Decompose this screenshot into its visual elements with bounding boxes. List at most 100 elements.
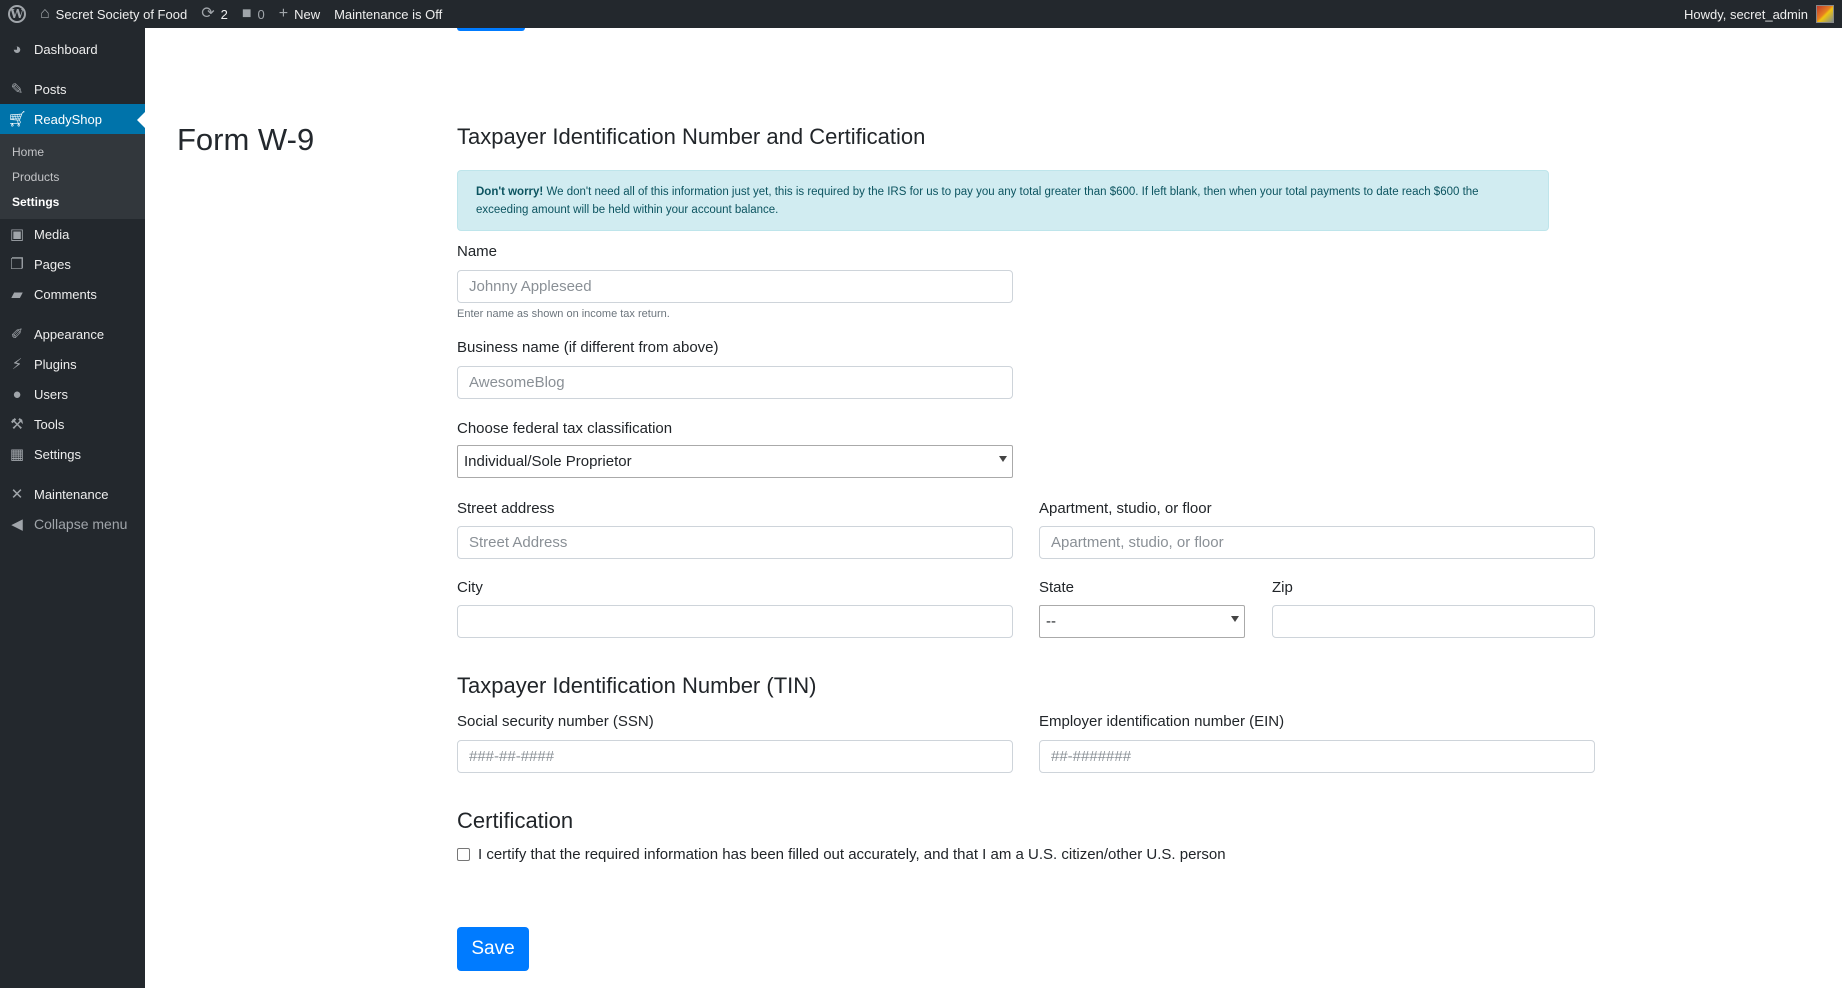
sidebar-item-label: Plugins [34, 356, 77, 372]
state-value: -- [1046, 613, 1056, 630]
readyshop-submenu: Home Products Settings [0, 134, 145, 219]
plug-icon: ⚡ [11, 355, 23, 373]
admin-bar: W ⌂ Secret Society of Food ⟳ 2 ■ 0 + New… [0, 0, 1842, 28]
home-icon: ⌂ [40, 5, 50, 22]
plus-icon: + [278, 5, 289, 22]
name-input[interactable] [457, 270, 1013, 303]
tin-heading: Taxpayer Identification Number (TIN) [457, 673, 817, 698]
submenu-item-settings[interactable]: Settings [0, 190, 145, 215]
wrench-icon: ⚒ [10, 415, 24, 433]
tools-cross-icon: ✕ [10, 485, 24, 503]
sidebar-item-plugins[interactable]: ⚡ Plugins [0, 349, 145, 379]
sidebar-item-dashboard[interactable]: ◕ Dashboard [0, 34, 145, 64]
sidebar-item-label: Dashboard [34, 41, 98, 57]
howdy-text: Howdy, secret_admin [1683, 6, 1808, 22]
sidebar-item-tools[interactable]: ⚒ Tools [0, 409, 145, 439]
submenu-item-home[interactable]: Home [0, 140, 145, 165]
maintenance-status-link[interactable]: Maintenance is Off [327, 0, 449, 28]
pages-icon: ❐ [10, 255, 24, 273]
my-account-menu[interactable]: Howdy, secret_admin [1684, 0, 1842, 28]
sidebar-item-label: Tools [34, 416, 65, 432]
zip-label: Zip [1272, 579, 1293, 596]
cart-icon: 🛒︎ [7, 110, 27, 128]
updates-link[interactable]: ⟳ 2 [194, 0, 235, 28]
sidebar-item-comments[interactable]: ▰ Comments [0, 279, 145, 309]
comments-link[interactable]: ■ 0 [235, 0, 272, 28]
certify-checkbox[interactable] [457, 848, 470, 861]
certify-label[interactable]: I certify that the required information … [478, 846, 1226, 863]
comment-bubble-icon: ■ [241, 5, 252, 22]
alert-strong: Don't worry! [476, 186, 544, 198]
sidebar-item-appearance[interactable]: ✐ Appearance [0, 319, 145, 349]
sidebar-item-settings[interactable]: ▦ Settings [0, 439, 145, 469]
sidebar-item-label: ReadyShop [34, 111, 102, 127]
ssn-label: Social security number (SSN) [457, 713, 654, 730]
sidebar-item-label: Comments [34, 286, 97, 302]
state-select[interactable]: -- [1039, 605, 1245, 638]
settings-icon: ▦ [9, 445, 25, 463]
apartment-input[interactable] [1039, 526, 1595, 559]
save-button[interactable]: Save [457, 927, 529, 971]
name-help-text: Enter name as shown on income tax return… [457, 308, 670, 320]
admin-sidebar: ◕ Dashboard ✎ Posts 🛒︎ ReadyShop Home Pr… [0, 28, 145, 988]
sidebar-item-posts[interactable]: ✎ Posts [0, 74, 145, 104]
comment-icon: ▰ [11, 285, 23, 303]
brush-icon: ✐ [10, 325, 24, 343]
sidebar-item-readyshop[interactable]: 🛒︎ ReadyShop [0, 104, 145, 134]
sidebar-item-label: Maintenance [34, 486, 109, 502]
sidebar-item-maintenance[interactable]: ✕ Maintenance [0, 479, 145, 509]
alert-text: We don't need all of this information ju… [476, 186, 1479, 216]
city-input[interactable] [457, 605, 1013, 638]
tax-classification-label: Choose federal tax classification [457, 420, 673, 437]
tax-classification-select[interactable]: Individual/Sole Proprietor [457, 445, 1013, 478]
dropdown-arrow-icon [999, 456, 1007, 462]
page-title: Form W-9 [177, 122, 315, 157]
city-label: City [457, 579, 483, 596]
certification-heading: Certification [457, 808, 574, 833]
new-content-link[interactable]: + New [272, 0, 327, 28]
wordpress-logo-menu[interactable]: W [0, 0, 33, 28]
sidebar-item-label: Collapse menu [34, 516, 128, 532]
ein-label: Employer identification number (EIN) [1039, 713, 1285, 730]
scrolled-button-edge [457, 28, 525, 31]
street-address-input[interactable] [457, 526, 1013, 559]
ein-input[interactable] [1039, 740, 1595, 773]
sidebar-item-label: Pages [34, 256, 71, 272]
info-alert: Don't worry! We don't need all of this i… [457, 170, 1549, 231]
zip-input[interactable] [1272, 605, 1595, 638]
comments-count: 0 [257, 6, 265, 22]
street-address-label: Street address [457, 500, 555, 517]
business-name-label: Business name (if different from above) [457, 339, 719, 356]
sidebar-item-label: Appearance [34, 326, 105, 342]
collapse-menu-button[interactable]: ◀ Collapse menu [0, 509, 145, 539]
name-label: Name [457, 243, 498, 260]
tax-classification-value: Individual/Sole Proprietor [464, 453, 632, 470]
section-title: Taxpayer Identification Number and Certi… [457, 124, 926, 149]
sidebar-item-users[interactable]: ● Users [0, 379, 145, 409]
w9-form-header: Taxpayer Identification Number and Certi… [457, 124, 1757, 150]
media-icon: ▣ [9, 225, 25, 243]
sidebar-item-label: Media [34, 226, 70, 242]
main-content: Form W-9 Taxpayer Identification Number … [145, 28, 1842, 988]
sidebar-item-pages[interactable]: ❐ Pages [0, 249, 145, 279]
sidebar-item-label: Posts [34, 81, 67, 97]
wordpress-logo-icon: W [8, 5, 26, 23]
apartment-label: Apartment, studio, or floor [1039, 500, 1212, 517]
updates-icon: ⟳ [201, 5, 215, 22]
business-name-input[interactable] [457, 366, 1013, 399]
ssn-input[interactable] [457, 740, 1013, 773]
submenu-item-products[interactable]: Products [0, 165, 145, 190]
site-name: Secret Society of Food [55, 6, 188, 22]
updates-count: 2 [220, 6, 228, 22]
sidebar-item-media[interactable]: ▣ Media [0, 219, 145, 249]
dashboard-icon: ◕ [12, 40, 22, 58]
state-label: State [1039, 579, 1075, 596]
avatar [1816, 5, 1834, 23]
sidebar-item-label: Settings [34, 446, 81, 462]
sidebar-item-label: Users [34, 386, 68, 402]
new-label: New [294, 6, 321, 22]
dropdown-arrow-icon [1231, 616, 1239, 622]
site-name-link[interactable]: ⌂ Secret Society of Food [33, 0, 194, 28]
pushpin-icon: ✎ [10, 80, 24, 98]
maintenance-status: Maintenance is Off [334, 6, 443, 22]
